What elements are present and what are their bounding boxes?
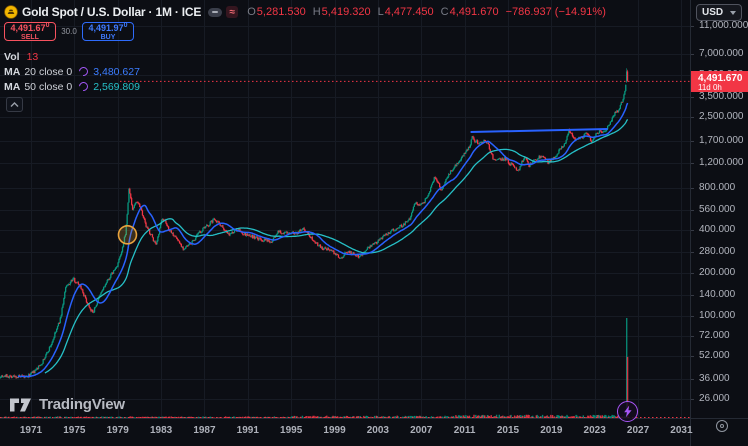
symbol-title[interactable]: Gold Spot / U.S. Dollar · 1M · ICE — [22, 5, 201, 19]
close-value: 4,491.670 — [450, 6, 499, 18]
volume-legend-row[interactable]: Vol 13 — [4, 49, 140, 64]
time-axis[interactable]: 1971 1975 1979 1983 1987 1991 1995 1999 2003 2007… — [0, 419, 748, 446]
lightning-marker-button[interactable] — [617, 401, 638, 422]
low-value: 4,477.450 — [385, 6, 434, 18]
time-tick-label: 2031 — [664, 425, 698, 436]
gold-coin-icon — [4, 5, 18, 19]
spread-value: 30.0 — [56, 27, 82, 36]
chart-header: Gold Spot / U.S. Dollar · 1M · ICE ≈ O 5… — [4, 3, 606, 21]
ma50-params: 50 close 0 — [24, 81, 72, 93]
time-tick-label: 1971 — [14, 425, 48, 436]
price-tick-label: 200.000 — [699, 267, 735, 278]
loading-spinner-icon — [77, 80, 90, 93]
price-tick-label: 36.000 — [699, 373, 730, 384]
time-tick-label: 2019 — [534, 425, 568, 436]
time-tick-label: 2027 — [621, 425, 655, 436]
ma20-value: 3,480.627 — [93, 66, 140, 78]
ma20-legend-row[interactable]: MA 20 close 0 3,480.627 — [4, 64, 140, 79]
currency-selector-button[interactable]: USD — [696, 4, 742, 21]
high-value: 5,419.320 — [322, 6, 371, 18]
low-label: L — [378, 6, 384, 18]
buy-label: BUY — [101, 34, 116, 41]
tradingview-logo-icon — [10, 397, 33, 413]
buy-price: 4,491.97 — [89, 23, 124, 33]
price-tick-label: 100.000 — [699, 310, 735, 321]
open-value: 5,281.530 — [257, 6, 306, 18]
price-tick-label: 140.000 — [699, 289, 735, 300]
time-tick-label: 1979 — [101, 425, 135, 436]
time-tick-label: 1991 — [231, 425, 265, 436]
price-tick-label: 800.000 — [699, 182, 735, 193]
market-closed-icon[interactable] — [208, 8, 222, 17]
price-tick-label: 11,000.000 — [699, 20, 748, 31]
indicator-legend: Vol 13 MA 20 close 0 3,480.627 MA 50 clo… — [4, 49, 140, 94]
price-tick-label: 1,200.000 — [699, 157, 744, 168]
ma20-params: 20 close 0 — [24, 66, 72, 78]
price-tick-label: 72.000 — [699, 330, 730, 341]
ma50-legend-row[interactable]: MA 50 close 0 2,569.809 — [4, 79, 140, 94]
price-tick-label: 560.000 — [699, 204, 735, 215]
price-axis[interactable]: 4,491.670 11d 0h 11,000.0007,000.0005,00… — [691, 0, 748, 418]
price-tick-label: 26.000 — [699, 393, 730, 404]
price-tick-label: 2,500.000 — [699, 111, 744, 122]
time-tick-label: 1987 — [187, 425, 221, 436]
last-price-badge: 4,491.670 11d 0h — [691, 71, 748, 92]
volume-value: 13 — [27, 51, 39, 63]
loading-spinner-icon — [77, 65, 90, 78]
sell-price-sup: 0 — [46, 22, 50, 29]
time-tick-label: 1999 — [318, 425, 352, 436]
price-tick-label: 7,000.000 — [699, 48, 744, 59]
lightning-bolt-icon — [623, 405, 633, 418]
close-label: C — [441, 6, 449, 18]
time-tick-label: 2011 — [448, 425, 482, 436]
price-tick-label: 3,500.000 — [699, 91, 744, 102]
sell-price: 4,491.67 — [11, 23, 46, 33]
ohlc-readout: O 5,281.530 H 5,419.320 L 4,477.450 C 4,… — [247, 6, 606, 18]
time-tick-label: 2003 — [361, 425, 395, 436]
sell-label: SELL — [21, 34, 39, 41]
ma20-label: MA — [4, 66, 20, 78]
collapse-legend-button[interactable] — [6, 97, 23, 112]
tradingview-chart-window: 4,491.670 11d 0h 11,000.0007,000.0005,00… — [0, 0, 748, 446]
price-tick-label: 400.000 — [699, 224, 735, 235]
delayed-data-icon[interactable]: ≈ — [226, 6, 238, 18]
price-tick-label: 280.000 — [699, 246, 735, 257]
trade-panel: 4,491.670 SELL 30.0 4,491.970 BUY — [4, 22, 134, 41]
last-price-value: 4,491.670 — [698, 73, 748, 84]
buy-price-sup: 0 — [124, 22, 128, 29]
tradingview-logo[interactable]: TradingView — [10, 396, 125, 413]
tradingview-logo-text: TradingView — [39, 396, 125, 413]
buy-button[interactable]: 4,491.970 BUY — [82, 22, 134, 41]
time-tick-label: 1983 — [144, 425, 178, 436]
high-label: H — [313, 6, 321, 18]
change-value: −786.937 (−14.91%) — [506, 6, 606, 18]
time-tick-label: 1975 — [57, 425, 91, 436]
currency-label: USD — [702, 7, 723, 18]
price-tick-label: 1,700.000 — [699, 135, 744, 146]
chevron-down-icon — [730, 11, 736, 15]
time-tick-label: 2007 — [404, 425, 438, 436]
volume-label: Vol — [4, 51, 20, 63]
time-tick-label: 1995 — [274, 425, 308, 436]
price-tick-label: 52.000 — [699, 350, 730, 361]
open-label: O — [247, 6, 256, 18]
axis-settings-icon[interactable] — [716, 420, 728, 432]
chevron-up-icon — [10, 102, 19, 108]
time-tick-label: 2015 — [491, 425, 525, 436]
ma50-label: MA — [4, 81, 20, 93]
bar-countdown: 11d 0h — [698, 84, 748, 93]
time-tick-label: 2023 — [578, 425, 612, 436]
sell-button[interactable]: 4,491.670 SELL — [4, 22, 56, 41]
ma50-value: 2,569.809 — [93, 81, 140, 93]
